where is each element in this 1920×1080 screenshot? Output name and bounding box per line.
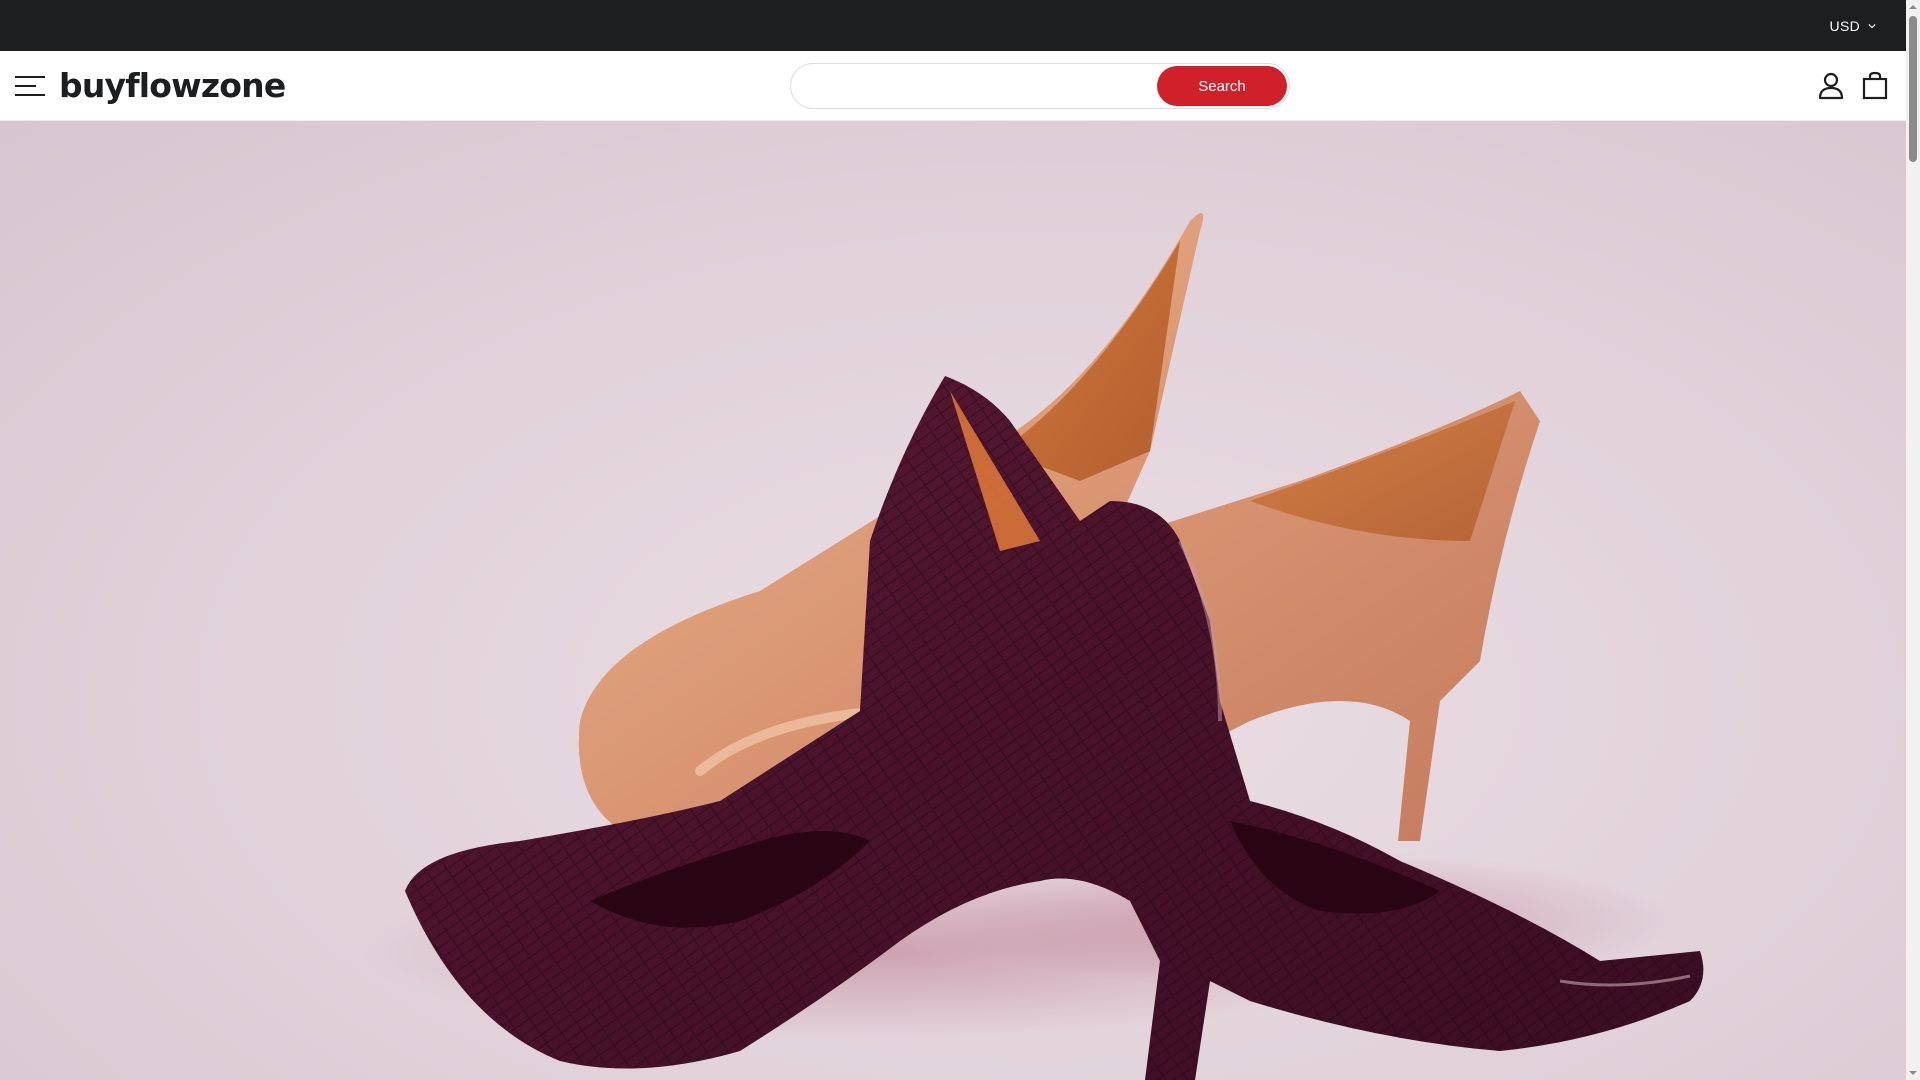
menu-button[interactable]	[14, 75, 46, 97]
search-bar: Search	[790, 63, 1290, 109]
search-input[interactable]	[805, 70, 1145, 102]
search-button[interactable]: Search	[1157, 66, 1287, 106]
cart-button[interactable]	[1861, 71, 1889, 101]
account-button[interactable]	[1817, 71, 1845, 101]
scroll-down-arrow-icon[interactable]	[1906, 1066, 1920, 1080]
currency-selector[interactable]: USD	[1830, 0, 1876, 51]
user-icon	[1818, 72, 1844, 100]
site-header: buyflowzone Search	[0, 51, 1906, 121]
hamburger-menu-icon	[15, 76, 45, 96]
scrollbar-thumb[interactable]	[1909, 16, 1917, 162]
shopping-bag-icon	[1862, 71, 1888, 100]
currency-label: USD	[1829, 17, 1860, 34]
site-logo[interactable]: buyflowzone	[59, 62, 286, 108]
hero-image	[360, 213, 1704, 1080]
announcement-bar: USD	[0, 0, 1906, 51]
hero-banner[interactable]	[0, 121, 1906, 1080]
scroll-up-arrow-icon[interactable]	[1906, 0, 1920, 14]
chevron-down-icon	[1868, 23, 1876, 28]
page-scrollbar[interactable]	[1906, 0, 1920, 1080]
